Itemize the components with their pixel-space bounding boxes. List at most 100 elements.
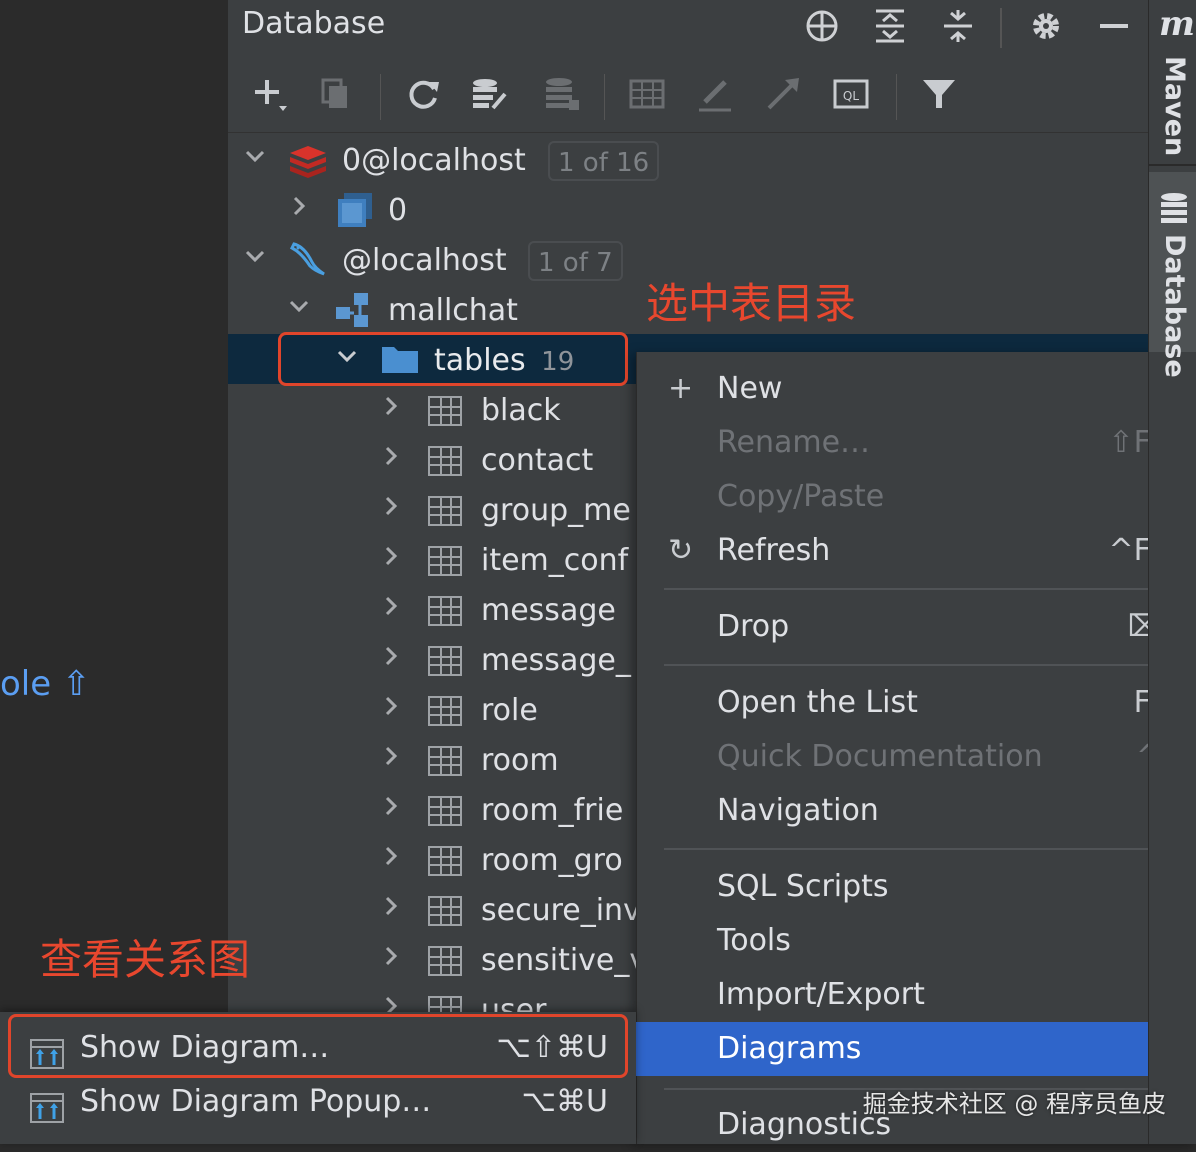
chevron-down-icon[interactable] [240,236,270,283]
menu-separator [664,848,1172,850]
tree-item-mysql[interactable]: @localhost [342,236,507,286]
menu-item-drop[interactable]: Drop⌦ [636,600,1196,654]
table-icon [428,396,462,426]
mysql-dolphin-icon [288,240,328,282]
table-row[interactable]: item_conf [481,536,628,586]
menu-item-import-export[interactable]: Import/Export› [636,968,1196,1022]
redis-icon [288,144,328,182]
chevron-right-icon[interactable] [376,836,406,883]
gear-icon[interactable] [1026,8,1066,48]
toolbar-border [228,132,1148,133]
menu-item-sql-scripts[interactable]: SQL Scripts› [636,860,1196,914]
table-row[interactable]: room_gro [481,836,623,886]
menu-item-refresh[interactable]: ↻ Refresh ^F5 [636,524,1196,578]
menu-item-navigation[interactable]: Navigation› [636,784,1196,838]
annotation-view-diagram: 查看关系图 [40,935,251,984]
annotation-select-dir: 选中表目录 [646,279,857,328]
menu-item-label: Rename… [717,425,871,460]
toolbar-divider [604,74,605,120]
schema-tool-icon[interactable] [466,74,512,120]
table-icon [428,646,462,676]
chevron-right-icon[interactable] [376,736,406,783]
menu-item-new[interactable]: +New› [636,362,1196,416]
header-divider [1000,8,1002,48]
table-row[interactable]: group_me [481,486,631,536]
minimize-icon[interactable] [1094,8,1134,48]
edit-icon[interactable] [692,74,738,120]
menu-item-label: Quick Documentation [717,739,1043,774]
table-row[interactable]: message_ [481,636,631,686]
menu-item-tools[interactable]: Tools› [636,914,1196,968]
table-icon [428,846,462,876]
jump-icon[interactable] [760,74,806,120]
schema-icon [334,291,374,333]
add-icon[interactable] [246,74,292,120]
menu-item-label: SQL Scripts [717,869,889,904]
strip-divider [1149,164,1196,166]
chevron-right-icon[interactable] [376,536,406,583]
table-row[interactable]: role [481,686,538,736]
table-icon [428,596,462,626]
expand-all-icon[interactable] [870,8,910,48]
table-row[interactable]: message [481,586,616,636]
menu-item-quick-doc[interactable]: Quick Documentation^J [636,730,1196,784]
table-grid-icon[interactable] [624,74,670,120]
watermark: 掘金技术社区 @ 程序员鱼皮 [862,1090,1166,1118]
tree-item-redis[interactable]: 0@localhost [342,136,526,186]
filter-icon[interactable] [916,74,962,120]
chevron-right-icon[interactable] [376,686,406,733]
table-row[interactable]: black [481,386,561,436]
chevron-right-icon[interactable] [376,786,406,833]
table-icon [428,746,462,776]
menu-item-label: Drop [717,609,790,644]
chevron-down-icon[interactable] [240,136,270,183]
maven-tab[interactable]: m Maven [1149,0,1196,160]
chevron-right-icon[interactable] [284,186,314,233]
table-icon [428,696,462,726]
tree-item-redis-db[interactable]: 0 [388,186,407,236]
chevron-right-icon[interactable] [376,936,406,983]
chevron-right-icon[interactable] [376,436,406,483]
show-diagram-popup-item[interactable]: Show Diagram Popup… ⌥⌘U [0,1075,636,1129]
menu-item-label: Navigation [717,793,879,828]
mysql-count-badge: 1 of 7 [528,241,623,281]
chevron-right-icon[interactable] [376,636,406,683]
tree-item-schema[interactable]: mallchat [388,286,518,336]
maven-glyph: m [1159,4,1195,44]
table-icon [428,896,462,926]
right-tool-strip: m Maven Database [1148,0,1196,1144]
menu-item-open-list[interactable]: Open the ListF4 [636,676,1196,730]
table-row[interactable]: sensitive_v [481,936,647,986]
menu-item-label: Import/Export [717,977,925,1012]
table-icon [428,796,462,826]
chevron-right-icon[interactable] [376,886,406,933]
menu-separator [664,588,1172,590]
duplicate-icon[interactable] [312,74,358,120]
table-row[interactable]: room [481,736,559,786]
toolbar-divider [380,74,381,120]
table-row[interactable]: room_frie [481,786,623,836]
menu-item-rename[interactable]: Rename… ⇧F6 [636,416,1196,470]
table-icon [428,946,462,976]
ql-console-icon[interactable]: QL [828,74,874,120]
menu-item-copy-paste[interactable]: Copy/Paste› [636,470,1196,524]
chevron-right-icon[interactable] [376,386,406,433]
database-stack-icon[interactable] [538,74,584,120]
svg-text:QL: QL [843,89,859,103]
menu-item-diagrams[interactable]: Diagrams› [636,1022,1196,1076]
menu-item-label: Copy/Paste [717,479,885,514]
table-row[interactable]: secure_inv [481,886,641,936]
table-icon [428,546,462,576]
database-tab[interactable]: Database [1149,172,1196,378]
chevron-right-icon[interactable] [376,586,406,633]
refresh-icon[interactable] [400,74,446,120]
table-icon [428,446,462,476]
chevron-right-icon[interactable] [376,486,406,533]
collapse-all-icon[interactable] [938,8,978,48]
panel-title: Database [242,6,386,41]
crosshair-icon[interactable] [802,8,842,48]
chevron-down-icon[interactable] [284,286,314,333]
table-row[interactable]: contact [481,436,593,486]
database-tab-label: Database [1159,234,1190,378]
toolbar-divider [896,74,897,120]
